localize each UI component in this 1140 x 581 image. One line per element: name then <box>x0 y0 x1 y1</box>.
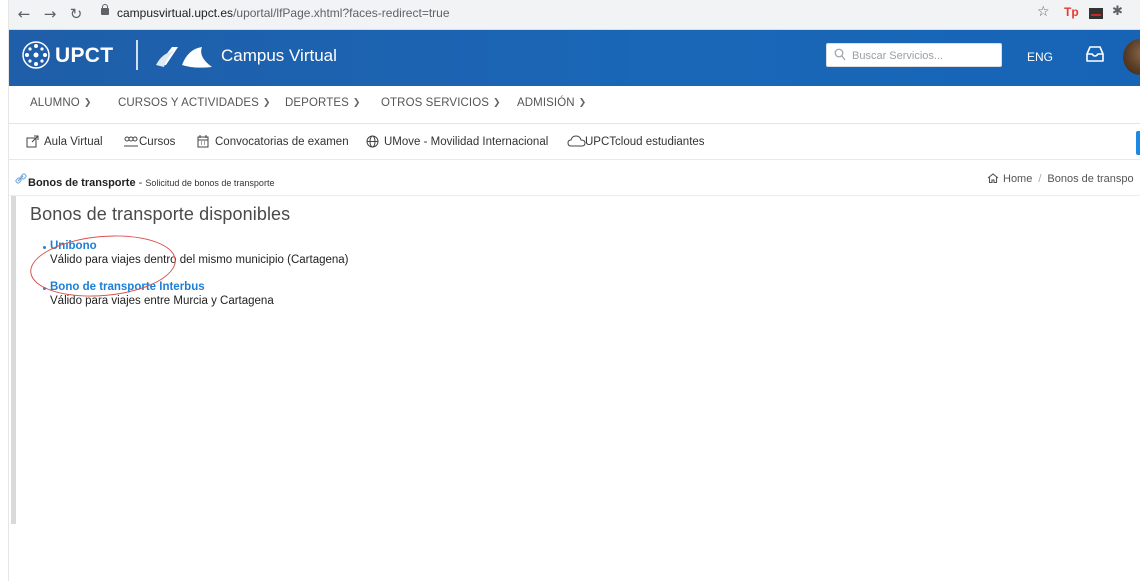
brand-name[interactable]: UPCT <box>55 44 113 68</box>
chevron-down-icon: ❯ <box>262 98 271 108</box>
nav-item-admision[interactable]: ADMISIÓN ❯ <box>517 97 586 109</box>
url-text: campusvirtual.upct.es/uportal/lfPage.xht… <box>117 6 450 20</box>
chevron-down-icon: ❯ <box>83 98 92 108</box>
browser-toolbar: ← → ↻ campusvirtual.upct.es/uportal/lfPa… <box>9 0 1140 30</box>
brand-divider <box>136 40 138 70</box>
section-subtitle: Solicitud de bonos de transporte <box>145 178 275 188</box>
nav-item-cursos[interactable]: CURSOS Y ACTIVIDADES ❯ <box>118 97 271 109</box>
language-switch[interactable]: ENG <box>1027 50 1053 64</box>
search-box[interactable] <box>826 43 1002 67</box>
forward-arrow-icon[interactable]: → <box>39 3 61 25</box>
side-panel-tab[interactable] <box>1136 131 1140 155</box>
section-title: Bonos de transporte <box>28 177 136 189</box>
bookmark-star-icon[interactable]: ☆ <box>1037 4 1050 20</box>
shortcut-aula-virtual[interactable]: Aula Virtual <box>44 136 103 148</box>
nav-item-label: ALUMNO <box>30 97 80 109</box>
shortcuts-bar: Aula Virtual Cursos Convocatorias de exa… <box>9 124 1140 160</box>
section-dash: - <box>135 177 146 189</box>
app-name[interactable]: Campus Virtual <box>221 46 337 66</box>
chevron-down-icon: ❯ <box>352 98 361 108</box>
users-icon <box>124 136 138 147</box>
page-heading: Bonos de transporte - Solicitud de bonos… <box>28 173 274 191</box>
page-title: Bonos de transporte disponibles <box>30 204 291 224</box>
user-avatar[interactable] <box>1123 39 1140 75</box>
list-item: Unibono Válido para viajes dentro del mi… <box>43 240 349 267</box>
search-icon <box>834 48 846 61</box>
bonos-list: Unibono Válido para viajes dentro del mi… <box>43 240 349 322</box>
main-navigation: ALUMNO ❯ CURSOS Y ACTIVIDADES ❯ DEPORTES ❯ … <box>9 86 1140 124</box>
external-link-icon <box>26 135 39 148</box>
upct-logo-icon[interactable] <box>21 40 51 70</box>
cloud-icon <box>567 135 586 147</box>
bullet-icon <box>43 246 46 249</box>
nav-item-label: CURSOS Y ACTIVIDADES <box>118 97 259 109</box>
shortcut-convocatorias[interactable]: Convocatorias de examen <box>215 136 349 148</box>
url-domain: campusvirtual.upct.es <box>117 6 234 20</box>
campus-virtual-logo-icon[interactable] <box>154 43 218 71</box>
bono-link-unibono[interactable]: Unibono <box>50 240 349 253</box>
app-header: UPCT Campus Virtual ENG <box>9 30 1140 86</box>
home-icon <box>987 173 999 183</box>
nav-item-deportes[interactable]: DEPORTES ❯ <box>285 97 361 109</box>
reload-icon[interactable]: ↻ <box>65 3 87 25</box>
globe-icon <box>366 135 379 148</box>
back-arrow-icon[interactable]: ← <box>13 3 35 25</box>
breadcrumb-home[interactable]: Home <box>1003 173 1032 185</box>
url-path: /uportal/lfPage.xhtml?faces-redirect=tru… <box>233 6 450 20</box>
nav-item-alumno[interactable]: ALUMNO ❯ <box>30 97 91 109</box>
shortcut-umove[interactable]: UMove - Movilidad Internacional <box>384 136 548 148</box>
list-item: Bono de transporte Interbus Válido para … <box>43 281 349 308</box>
chevron-down-icon: ❯ <box>493 98 501 108</box>
extension-tp-icon[interactable]: Tp <box>1064 5 1079 19</box>
nav-item-label: DEPORTES <box>285 97 349 109</box>
shortcut-cursos[interactable]: Cursos <box>139 136 175 148</box>
shortcut-upctcloud[interactable]: UPCTcloud estudiantes <box>585 136 705 148</box>
search-input[interactable] <box>852 47 997 64</box>
address-bar[interactable]: campusvirtual.upct.es/uportal/lfPage.xht… <box>95 3 1035 25</box>
calendar-icon <box>197 135 209 148</box>
bono-link-interbus[interactable]: Bono de transporte Interbus <box>50 281 349 294</box>
breadcrumb-bar: Bonos de transporte - Solicitud de bonos… <box>9 160 1140 196</box>
bono-description: Válido para viajes dentro del mismo muni… <box>50 254 349 266</box>
nav-item-otros-servicios[interactable]: OTROS SERVICIOS ❯ <box>381 97 501 109</box>
bullet-icon <box>43 287 46 290</box>
extensions-puzzle-icon[interactable]: ✱ <box>1112 4 1123 19</box>
window-edge <box>0 0 9 581</box>
nav-item-label: OTROS SERVICIOS <box>381 97 490 109</box>
inbox-icon[interactable] <box>1084 44 1106 64</box>
lock-icon <box>101 4 109 15</box>
breadcrumb: Home / Bonos de transpo <box>987 173 1134 185</box>
extension-mail-icon[interactable] <box>1089 8 1103 19</box>
link-icon <box>15 173 27 184</box>
bono-description: Válido para viajes entre Murcia y Cartag… <box>50 295 274 307</box>
nav-item-label: ADMISIÓN <box>517 97 575 109</box>
breadcrumb-separator: / <box>1038 173 1042 185</box>
chevron-down-icon: ❯ <box>578 98 587 108</box>
breadcrumb-current: Bonos de transpo <box>1047 173 1134 185</box>
